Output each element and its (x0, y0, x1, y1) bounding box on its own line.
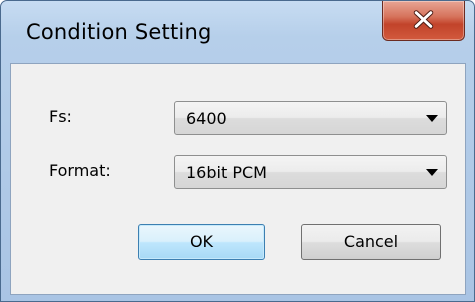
ok-button[interactable]: OK (138, 224, 265, 260)
dialog-window: Condition Setting Fs: 6400 Format: 16bit… (0, 0, 475, 302)
close-icon (413, 10, 434, 29)
fs-label: Fs: (49, 107, 72, 126)
chevron-down-icon (426, 169, 438, 176)
window-title: Condition Setting (26, 20, 212, 44)
fs-select[interactable]: 6400 (174, 101, 447, 135)
dialog-body: Fs: 6400 Format: 16bit PCM OK Cancel (10, 63, 466, 295)
cancel-button[interactable]: Cancel (301, 224, 441, 260)
format-label: Format: (49, 161, 111, 180)
format-select[interactable]: 16bit PCM (174, 155, 447, 189)
fs-select-value: 6400 (186, 109, 227, 128)
format-select-value: 16bit PCM (186, 163, 267, 182)
chevron-down-icon (426, 115, 438, 122)
close-button[interactable] (382, 1, 465, 41)
